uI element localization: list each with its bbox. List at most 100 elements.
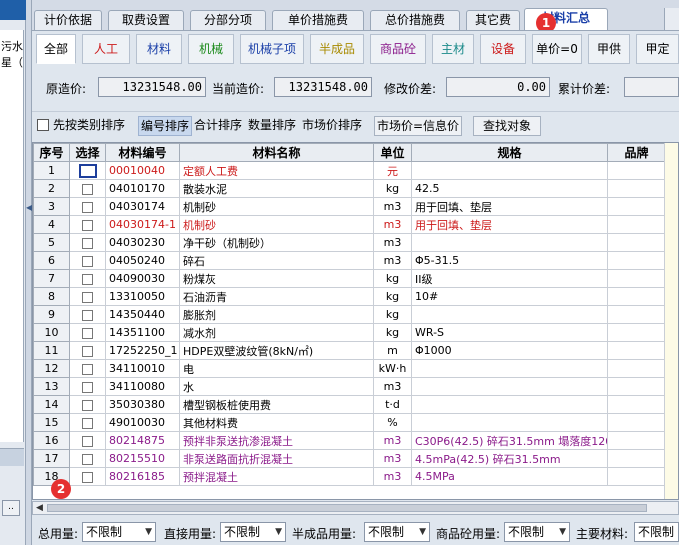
left-tree[interactable] <box>0 30 24 442</box>
cat-tab-semi-finished[interactable]: 半成品 <box>310 34 364 64</box>
total-usage-select[interactable]: 不限制 ▼ <box>82 522 156 542</box>
material-unit[interactable]: kg <box>373 269 412 288</box>
material-brand[interactable] <box>607 449 666 468</box>
row-select-cell[interactable] <box>69 251 106 270</box>
material-unit[interactable]: m3 <box>373 197 412 216</box>
cat-tab-equipment[interactable]: 设备 <box>480 34 526 64</box>
table-row[interactable]: 5 04030230 净干砂（机制砂） m3 <box>33 233 666 252</box>
sort-by-category-label[interactable]: 先按类别排序 <box>51 116 127 136</box>
scroll-left-icon[interactable]: ◀ <box>36 503 43 513</box>
material-name[interactable]: 机制砂 <box>179 197 374 216</box>
material-unit[interactable]: t·d <box>373 395 412 414</box>
material-unit[interactable]: m3 <box>373 215 412 234</box>
material-name[interactable]: 石油沥青 <box>179 287 374 306</box>
material-unit[interactable]: m3 <box>373 251 412 270</box>
row-select-cell[interactable] <box>69 323 106 342</box>
row-select-cell[interactable] <box>69 341 106 360</box>
row-select-cell[interactable] <box>69 197 106 216</box>
material-brand[interactable] <box>607 197 666 216</box>
material-unit[interactable]: kW·h <box>373 359 412 378</box>
material-name[interactable]: 粉煤灰 <box>179 269 374 288</box>
material-code[interactable]: 04030174 <box>105 197 180 216</box>
material-spec[interactable] <box>411 395 608 414</box>
sort-by-quantity-button[interactable]: 数量排序 <box>246 116 298 136</box>
commercial-concrete-usage-select[interactable]: 不限制 ▼ <box>504 522 570 542</box>
material-spec[interactable] <box>411 359 608 378</box>
material-unit[interactable]: kg <box>373 287 412 306</box>
cat-tab-labor[interactable]: 人工 <box>82 34 130 64</box>
table-row[interactable]: 14 35030380 槽型钢板桩使用费 t·d <box>33 395 666 414</box>
sort-by-market-price-button[interactable]: 市场价排序 <box>300 116 364 136</box>
row-select-cell[interactable] <box>69 305 106 324</box>
material-name[interactable]: 减水剂 <box>179 323 374 342</box>
row-select-cell[interactable] <box>69 233 106 252</box>
material-spec[interactable] <box>411 161 608 180</box>
material-unit[interactable]: kg <box>373 179 412 198</box>
main-material-select[interactable]: 不限制 <box>634 522 679 542</box>
semi-finished-usage-select[interactable]: 不限制 ▼ <box>364 522 430 542</box>
tab-fee-settings[interactable]: 取费设置 <box>108 10 184 30</box>
table-row[interactable]: 13 34110080 水 m3 <box>33 377 666 396</box>
table-row[interactable]: 2 04010170 散装水泥 kg 42.5 <box>33 179 666 198</box>
material-name[interactable]: 定额人工费 <box>179 161 374 180</box>
row-select-cell[interactable] <box>69 269 106 288</box>
material-name[interactable]: 净干砂（机制砂） <box>179 233 374 252</box>
row-select-cell[interactable] <box>69 467 106 486</box>
material-spec[interactable]: II级 <box>411 269 608 288</box>
table-row[interactable]: 15 49010030 其他材料费% <box>33 413 666 432</box>
table-row[interactable]: 6 04050240 碎石 m3 Φ5-31.5 <box>33 251 666 270</box>
material-brand[interactable] <box>607 251 666 270</box>
material-brand[interactable] <box>607 161 666 180</box>
row-select-cell[interactable] <box>69 179 106 198</box>
material-unit[interactable]: 元 <box>373 161 412 180</box>
table-row[interactable]: 9 14350440 膨胀剂 kg <box>33 305 666 324</box>
material-brand[interactable] <box>607 431 666 450</box>
row-select-cell[interactable] <box>69 215 106 234</box>
left-more-button[interactable]: .. <box>2 500 20 516</box>
scrollbar-thumb[interactable] <box>47 504 647 512</box>
material-spec[interactable]: 4.5mPa(42.5) 碎石31.5mm <box>411 449 608 468</box>
material-name[interactable]: 预拌混凝土 <box>179 467 374 486</box>
row-select-checkbox[interactable] <box>82 381 93 393</box>
material-spec[interactable]: 42.5 <box>411 179 608 198</box>
col-header-name[interactable]: 材料名称 <box>179 143 374 162</box>
row-select-cell[interactable] <box>69 287 106 306</box>
tab-total-measures[interactable]: 总价措施费 <box>370 10 460 30</box>
material-spec[interactable]: 用于回填、垫层 <box>411 215 608 234</box>
material-brand[interactable] <box>607 287 666 306</box>
material-spec[interactable]: 4.5MPa <box>411 467 608 486</box>
table-row[interactable]: 8 13310050 石油沥青 kg 10# <box>33 287 666 306</box>
row-select-checkbox[interactable] <box>82 363 93 375</box>
material-code[interactable]: 04030230 <box>105 233 180 252</box>
direct-usage-select[interactable]: 不限制 ▼ <box>220 522 286 542</box>
row-select-cell[interactable] <box>69 431 106 450</box>
row-select-checkbox[interactable] <box>82 435 93 447</box>
material-brand[interactable] <box>607 323 666 342</box>
material-code[interactable]: 34110010 <box>105 359 180 378</box>
material-brand[interactable] <box>607 413 666 432</box>
table-row[interactable]: 1 00010040 定额人工费元 <box>33 161 666 180</box>
row-select-cell[interactable] <box>69 449 106 468</box>
cat-tab-material[interactable]: 材料 <box>136 34 182 64</box>
row-select-cell[interactable] <box>69 377 106 396</box>
tab-pricing-basis[interactable]: 计价依据 <box>34 10 102 30</box>
material-code[interactable]: 04090030 <box>105 269 180 288</box>
material-spec[interactable]: 10# <box>411 287 608 306</box>
col-header-brand[interactable]: 品牌 <box>607 143 666 162</box>
material-code[interactable]: 80214875 <box>105 431 180 450</box>
grid-vertical-area[interactable] <box>664 143 678 499</box>
left-tree-item[interactable]: 星（ <box>1 54 23 70</box>
material-name[interactable]: 碎石 <box>179 251 374 270</box>
row-select-checkbox[interactable] <box>82 219 93 231</box>
horizontal-scrollbar[interactable]: ◀ <box>32 501 679 515</box>
material-brand[interactable] <box>607 467 666 486</box>
material-name[interactable]: HDPE双壁波纹管(8kN/㎡) <box>179 341 374 360</box>
row-select-cell[interactable] <box>69 359 106 378</box>
table-row[interactable]: 11 17252250_1 HDPE双壁波纹管(8kN/㎡) m Φ1000 <box>33 341 666 360</box>
material-code[interactable]: 13310050 <box>105 287 180 306</box>
row-select-checkbox[interactable] <box>82 309 93 321</box>
material-code[interactable]: 04030174-1 <box>105 215 180 234</box>
col-header-index[interactable]: 序号 <box>33 143 70 162</box>
col-header-code[interactable]: 材料编号 <box>105 143 180 162</box>
material-code[interactable]: 17252250_1 <box>105 341 180 360</box>
